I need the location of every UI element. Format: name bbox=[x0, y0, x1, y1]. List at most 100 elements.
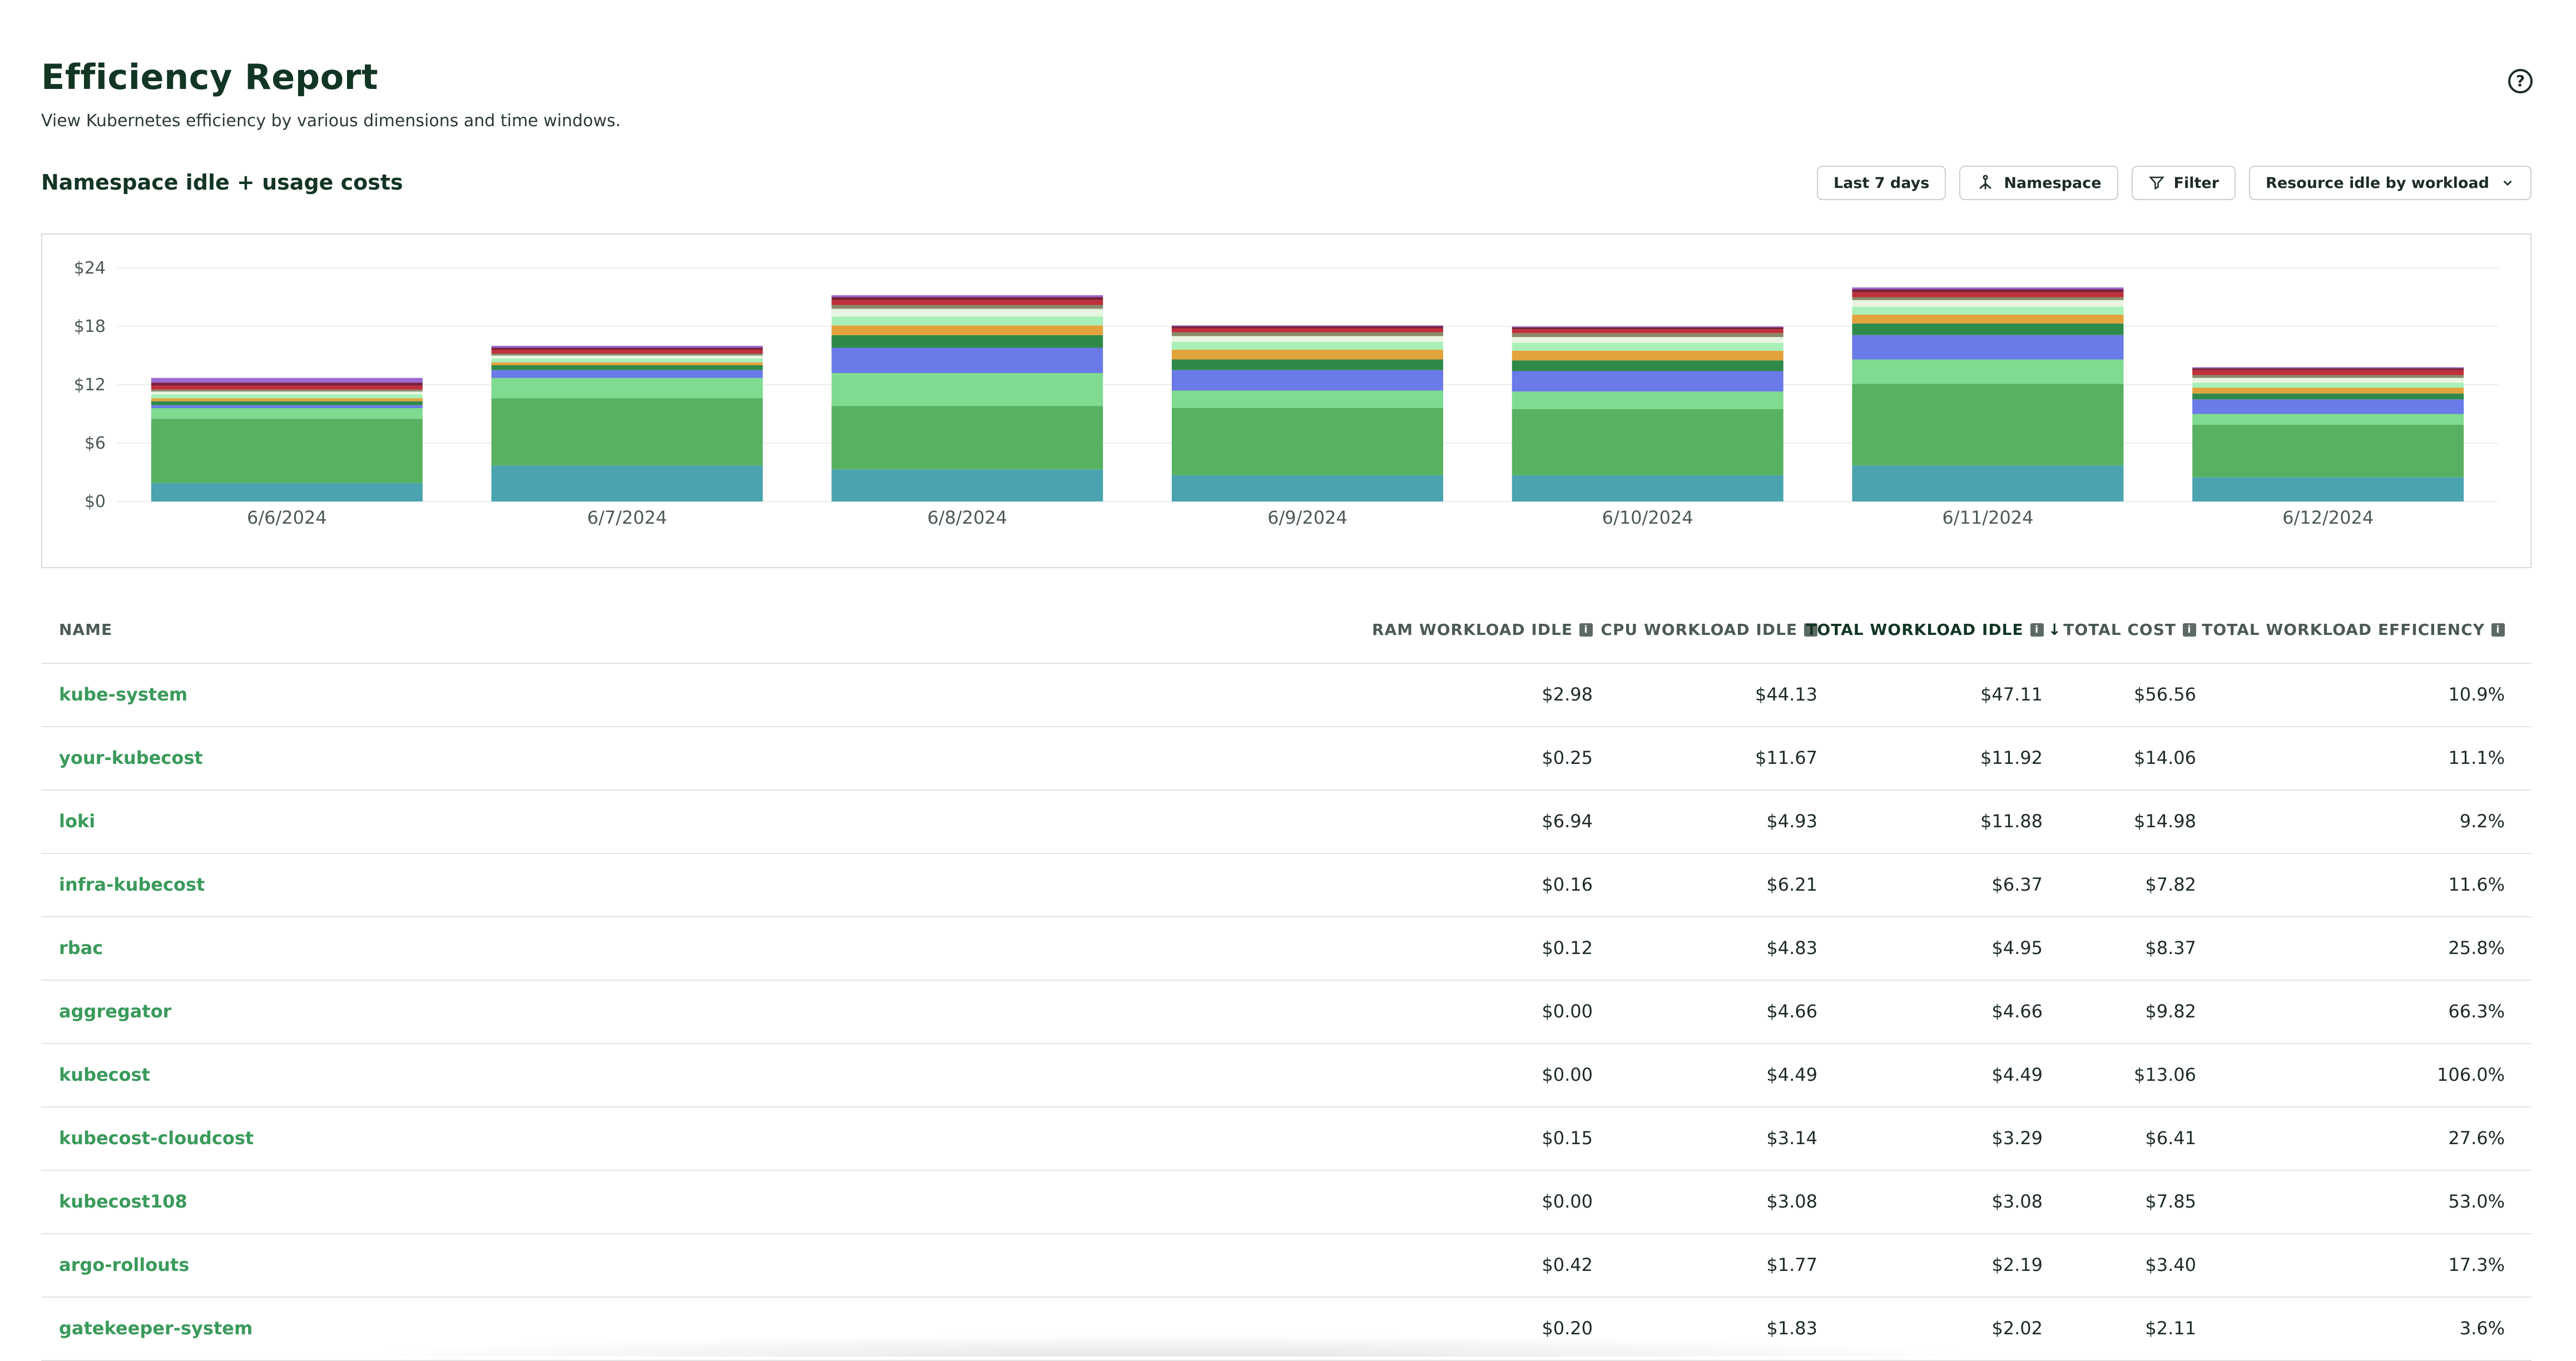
bar-segment bbox=[1512, 337, 1784, 343]
column-header-cpu[interactable]: CPU WORKLOAD IDLE i bbox=[1601, 620, 1817, 639]
column-header-ram[interactable]: RAM WORKLOAD IDLE i bbox=[1372, 620, 1593, 639]
bar-segment bbox=[491, 362, 763, 365]
namespace-link[interactable]: loki bbox=[59, 811, 95, 832]
ram-idle-value: $0.15 bbox=[1542, 1127, 1593, 1149]
total-idle-value: $6.37 bbox=[1992, 874, 2043, 895]
info-icon[interactable]: i bbox=[2491, 623, 2505, 637]
cpu-idle-value: $4.49 bbox=[1766, 1064, 1817, 1085]
total-cost-value: $13.06 bbox=[2134, 1064, 2196, 1085]
column-header-efficiency[interactable]: TOTAL WORKLOAD EFFICIENCY i bbox=[2202, 620, 2505, 639]
page-subtitle: View Kubernetes efficiency by various di… bbox=[41, 111, 621, 131]
table-row[interactable]: infra-kubecost $0.16 $6.21 $6.37 $7.82 1… bbox=[41, 854, 2532, 917]
ram-idle-value: $0.00 bbox=[1542, 1064, 1593, 1085]
bar-segment bbox=[2192, 414, 2464, 425]
bar-segment bbox=[491, 350, 763, 354]
bar-segment bbox=[1512, 350, 1784, 361]
column-header-total-idle-label: TOTAL WORKLOAD IDLE bbox=[1806, 620, 2024, 639]
bar-segment bbox=[1172, 350, 1443, 360]
bar-segment bbox=[831, 305, 1103, 309]
namespace-link[interactable]: rbac bbox=[59, 937, 103, 958]
column-header-name[interactable]: NAME bbox=[59, 620, 112, 639]
ram-idle-value: $0.00 bbox=[1542, 1191, 1593, 1212]
cpu-idle-value: $1.77 bbox=[1766, 1254, 1817, 1275]
namespace-link[interactable]: argo-rollouts bbox=[59, 1254, 189, 1275]
table-row[interactable]: loki $6.94 $4.93 $11.88 $14.98 9.2% bbox=[41, 791, 2532, 854]
hierarchy-icon bbox=[1979, 175, 1992, 190]
bar-segment bbox=[1512, 329, 1784, 334]
namespace-link[interactable]: gatekeeper-system bbox=[59, 1318, 252, 1339]
namespace-link[interactable]: kubecost-cloudcost bbox=[59, 1127, 254, 1149]
bar-segment bbox=[1512, 327, 1784, 330]
efficiency-value: 53.0% bbox=[2448, 1191, 2505, 1212]
date-range-button[interactable]: Last 7 days bbox=[1816, 166, 1946, 200]
x-tick-label: 6/10/2024 bbox=[1602, 507, 1693, 528]
bar-segment bbox=[1172, 359, 1443, 370]
table-row[interactable]: kubecost-cloudcost $0.15 $3.14 $3.29 $6.… bbox=[41, 1107, 2532, 1171]
column-header-total-cost-label: TOTAL COST bbox=[2063, 620, 2176, 639]
filter-icon bbox=[2148, 176, 2164, 190]
column-header-name-label: NAME bbox=[59, 620, 113, 639]
chart-section-title: Namespace idle + usage costs bbox=[41, 170, 403, 195]
idle-usage-chart: $24 $18 $12 $6 $0 6/6/2024 6/7/2024 6/8/2024 6/9… bbox=[41, 234, 2532, 568]
bar-segment bbox=[831, 469, 1103, 501]
table-row[interactable]: rbac $0.12 $4.83 $4.95 $8.37 25.8% bbox=[41, 917, 2532, 981]
bar-segment bbox=[1172, 326, 1443, 329]
info-icon[interactable]: i bbox=[2030, 623, 2044, 637]
x-tick-label: 6/9/2024 bbox=[1267, 507, 1348, 528]
namespace-link[interactable]: kube-system bbox=[59, 684, 187, 705]
view-select[interactable]: Resource idle by workload bbox=[2249, 166, 2532, 200]
bar-segment bbox=[831, 406, 1103, 470]
bar-segment bbox=[1512, 360, 1784, 371]
namespace-link[interactable]: kubecost bbox=[59, 1064, 150, 1085]
cpu-idle-value: $11.67 bbox=[1755, 747, 1817, 768]
bar-segment bbox=[491, 347, 763, 350]
total-cost-value: $14.98 bbox=[2134, 811, 2196, 832]
aggregate-by-button[interactable]: Namespace bbox=[1959, 166, 2118, 200]
column-header-efficiency-label: TOTAL WORKLOAD EFFICIENCY bbox=[2202, 620, 2485, 639]
bar-segment bbox=[1512, 326, 1784, 327]
bar-segment bbox=[151, 483, 423, 501]
bar-segment bbox=[2192, 370, 2464, 375]
bar-segment bbox=[1852, 289, 2124, 292]
info-icon[interactable]: i bbox=[2183, 623, 2196, 637]
namespace-link[interactable]: infra-kubecost bbox=[59, 874, 205, 895]
bar-segment bbox=[2192, 367, 2464, 369]
bar-segment bbox=[1852, 300, 2124, 307]
total-idle-value: $3.29 bbox=[1992, 1127, 2043, 1149]
stacked-bar-chart: $24 $18 $12 $6 $0 6/6/2024 6/7/2024 6/8/2024 6/9… bbox=[74, 259, 2498, 528]
total-cost-value: $7.85 bbox=[2145, 1191, 2196, 1212]
efficiency-value: 25.8% bbox=[2448, 937, 2505, 958]
info-icon[interactable]: i bbox=[1579, 623, 1593, 637]
help-icon[interactable]: ? bbox=[2508, 69, 2533, 93]
ram-idle-value: $2.98 bbox=[1542, 684, 1593, 705]
namespace-link[interactable]: your-kubecost bbox=[59, 747, 203, 768]
table-row[interactable]: kubecost $0.00 $4.49 $4.49 $13.06 106.0% bbox=[41, 1044, 2532, 1107]
total-cost-value: $7.82 bbox=[2145, 874, 2196, 895]
table-row[interactable]: kubecost108 $0.00 $3.08 $3.08 $7.85 53.0… bbox=[41, 1171, 2532, 1234]
column-header-total-idle[interactable]: TOTAL WORKLOAD IDLE i ↓ bbox=[1806, 620, 2062, 639]
total-cost-value: $6.41 bbox=[2145, 1127, 2196, 1149]
namespace-link[interactable]: aggregator bbox=[59, 1001, 171, 1022]
filter-button[interactable]: Filter bbox=[2131, 166, 2236, 200]
chevron-down-icon bbox=[2503, 180, 2512, 186]
total-cost-value: $9.82 bbox=[2145, 1001, 2196, 1022]
y-tick-label: $6 bbox=[85, 434, 106, 453]
bar-segment bbox=[1852, 292, 2124, 297]
table-row[interactable]: kube-system $2.98 $44.13 $47.11 $56.56 1… bbox=[41, 664, 2532, 727]
cpu-idle-value: $4.83 bbox=[1766, 937, 1817, 958]
bar-segment bbox=[1512, 371, 1784, 392]
table-row[interactable]: argo-rollouts $0.42 $1.77 $2.19 $3.40 17… bbox=[41, 1234, 2532, 1298]
bar-segment bbox=[2192, 393, 2464, 400]
bar-segment bbox=[1852, 297, 2124, 300]
cpu-idle-value: $3.08 bbox=[1766, 1191, 1817, 1212]
total-idle-value: $4.95 bbox=[1992, 937, 2043, 958]
efficiency-value: 17.3% bbox=[2448, 1254, 2505, 1275]
bar-segment bbox=[1852, 384, 2124, 466]
namespace-link[interactable]: kubecost108 bbox=[59, 1191, 187, 1212]
total-idle-value: $4.66 bbox=[1992, 1001, 2043, 1022]
table-row[interactable]: aggregator $0.00 $4.66 $4.66 $9.82 66.3% bbox=[41, 981, 2532, 1044]
bar-segment bbox=[491, 355, 763, 359]
table-row[interactable]: your-kubecost $0.25 $11.67 $11.92 $14.06… bbox=[41, 727, 2532, 791]
bar-segment bbox=[1852, 287, 2124, 290]
column-header-total-cost[interactable]: TOTAL COST i bbox=[2063, 620, 2196, 639]
